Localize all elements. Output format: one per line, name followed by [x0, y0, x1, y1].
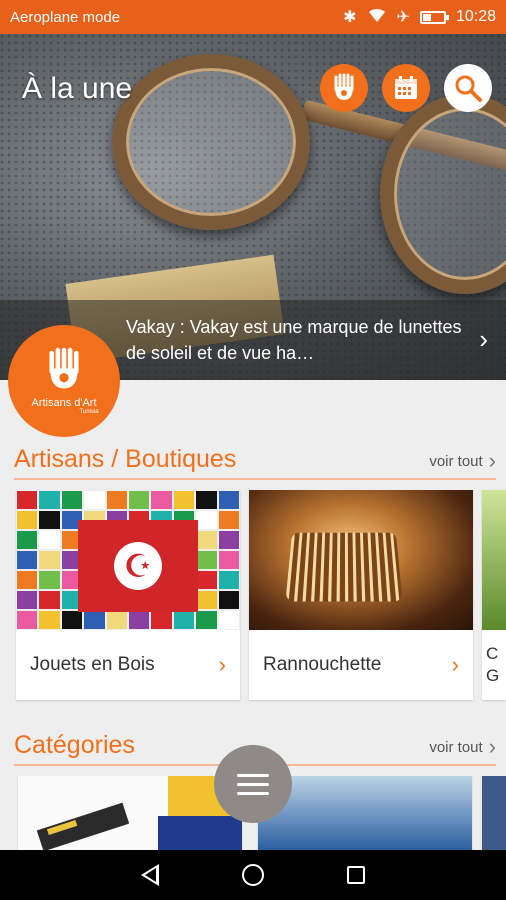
hamsa-hand-icon	[334, 73, 354, 100]
tunisia-flag: ☪	[78, 520, 198, 612]
card-image-lamp	[249, 490, 473, 630]
section-title-categories: Catégories	[14, 731, 135, 759]
app-logo: Artisans d'Art Tunisia	[8, 325, 120, 437]
clock: 10:28	[455, 8, 496, 25]
see-all-label: voir tout	[429, 452, 483, 470]
see-all-artisans-link[interactable]: voir tout ›	[429, 448, 496, 474]
airplane-icon: ✈	[396, 9, 410, 26]
card-title: C G	[486, 644, 500, 685]
status-bar: Aeroplane mode ✱ ✈ 10:28	[0, 0, 506, 34]
see-all-label: voir tout	[429, 738, 483, 756]
chevron-right-icon: ›	[488, 734, 496, 759]
lamp-shade	[285, 532, 403, 602]
search-button[interactable]	[444, 64, 492, 112]
card-title: Jouets en Bois	[30, 654, 155, 675]
card-image-toys: ☪	[16, 490, 240, 630]
bluetooth-icon: ✱	[343, 9, 357, 26]
calendar-icon	[395, 76, 417, 99]
card-image-partial	[482, 490, 506, 630]
system-nav-bar	[0, 850, 506, 900]
calendar-button[interactable]	[382, 64, 430, 112]
chevron-right-icon: ›	[488, 448, 496, 473]
home-icon[interactable]	[241, 864, 264, 886]
category-card[interactable]	[482, 776, 506, 850]
logo-title: Artisans d'Art	[31, 397, 97, 409]
recent-apps-icon[interactable]	[346, 866, 365, 884]
menu-icon-line	[237, 773, 269, 777]
battery-icon	[419, 10, 449, 24]
artisan-card[interactable]: Rannouchette ›	[249, 490, 473, 700]
section-title-artisans: Artisans / Boutiques	[14, 445, 237, 473]
status-text: Aeroplane mode	[10, 8, 121, 26]
menu-icon-line	[237, 782, 269, 786]
menu-icon-line	[237, 791, 269, 795]
category-image-1	[18, 776, 242, 850]
chevron-right-icon: ›	[218, 652, 226, 677]
hero-glasses-lens-left	[112, 54, 310, 230]
back-icon[interactable]	[141, 864, 160, 886]
see-all-categories-link[interactable]: voir tout ›	[429, 734, 496, 760]
search-icon	[455, 75, 482, 102]
hamsa-hand-icon	[49, 347, 79, 389]
artisan-card[interactable]: C G	[482, 490, 506, 700]
chevron-right-icon[interactable]: ›	[479, 324, 488, 355]
chevron-right-icon: ›	[451, 652, 459, 677]
card-title: Rannouchette	[263, 654, 382, 675]
wifi-icon	[367, 7, 387, 27]
page-title: À la une	[22, 72, 133, 105]
logo-subtitle: Tunisia	[79, 409, 99, 415]
category-card[interactable]	[18, 776, 242, 850]
menu-button[interactable]	[214, 745, 292, 823]
artisan-card[interactable]: ☪ Jouets en Bois ›	[16, 490, 240, 700]
artisans-section-header: Artisans / Boutiques voir tout ›	[14, 445, 496, 480]
artisan-button[interactable]	[320, 64, 368, 112]
